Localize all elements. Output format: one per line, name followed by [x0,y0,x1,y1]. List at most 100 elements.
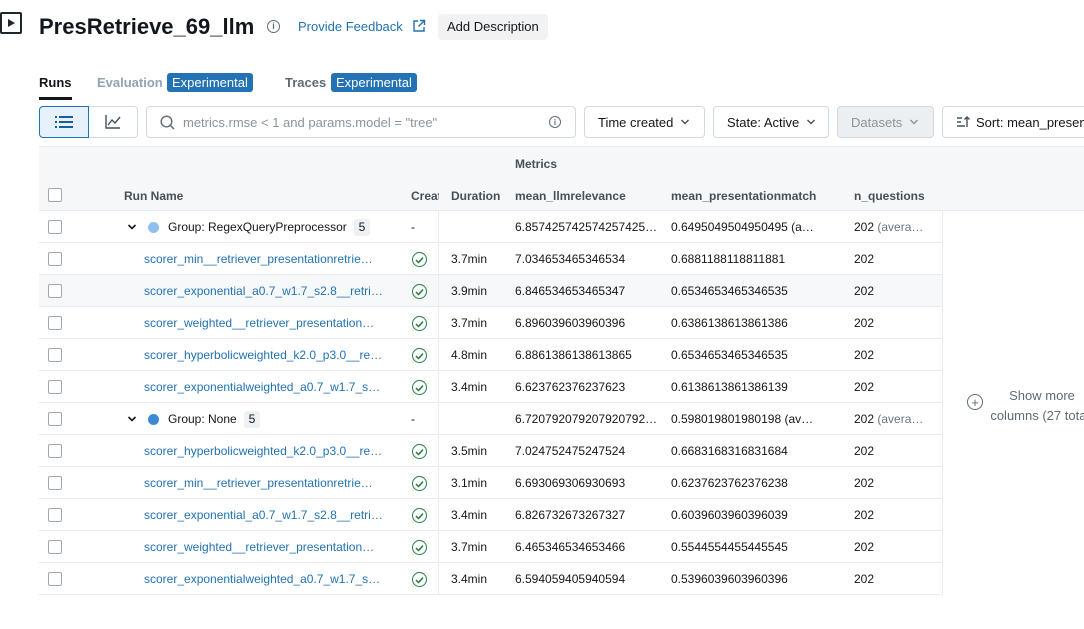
sort-label: Sort: mean_presen [976,114,1084,130]
presentationmatch-cell: 0.6495049504950495 (a… [671,220,814,234]
presentationmatch-cell: 0.6534653465346535 [671,348,788,362]
row-checkbox[interactable] [48,348,62,362]
column-divider [438,243,439,275]
llmrelevance-cell: 6.857425742574257425… [515,220,658,234]
duration-cell: 3.7min [451,316,488,330]
column-divider [438,339,439,371]
row-checkbox[interactable] [48,252,62,266]
table-view-button[interactable] [39,106,89,138]
show-more-columns-label: Show more columns (27 total) [990,388,1084,423]
n-questions-cell: 202 [854,476,875,490]
table-row[interactable]: scorer_exponential_a0.7_w1.7_s2.8__retri… [39,275,942,307]
chart-view-button[interactable] [89,106,138,138]
table-row[interactable]: scorer_exponentialweighted_a0.7_w1.7_s… 3… [39,563,942,595]
row-checkbox[interactable] [48,444,62,458]
n-questions-cell: 202 [854,252,875,266]
table-row[interactable]: scorer_weighted__retriever_presentation…… [39,531,942,563]
column-header-run-name[interactable]: Run Name [124,189,183,203]
run-name-link[interactable]: scorer_exponentialweighted_a0.7_w1.7_s… [144,371,386,403]
status-success-icon [412,252,427,267]
n-questions-cell: 202 [854,540,875,554]
llmrelevance-cell: 6.594059405940594 [515,572,626,586]
search-box[interactable]: i [146,106,576,138]
status-success-icon [412,380,427,395]
runs-table: Metrics Run Name Creat Duration mean_llm… [39,146,1084,596]
datasets-filter-dropdown[interactable]: Datasets [837,106,934,138]
table-row[interactable]: scorer_weighted__retriever_presentation…… [39,307,942,339]
created-cell: - [411,412,415,426]
table-row[interactable]: scorer_min__retriever_presentationretrie… [39,243,942,275]
row-checkbox[interactable] [48,540,62,554]
row-checkbox[interactable] [48,380,62,394]
column-header-duration[interactable]: Duration [451,189,500,203]
table-row[interactable]: scorer_hyperbolicweighted_k2.0_p3.0__re…… [39,339,942,371]
run-name-link[interactable]: scorer_exponential_a0.7_w1.7_s2.8__retri… [144,499,386,531]
column-divider [438,211,439,243]
status-success-icon [412,348,427,363]
duration-cell: 3.4min [451,572,488,586]
group-count-badge: 5 [354,219,370,236]
divider [942,211,943,596]
n-questions-value: 202 [854,412,875,426]
tab-runs[interactable]: Runs [39,75,72,91]
status-success-icon [412,444,427,459]
duration-cell: 3.7min [451,540,488,554]
run-name-link[interactable]: scorer_weighted__retriever_presentation… [144,531,386,563]
run-name-link[interactable]: scorer_exponentialweighted_a0.7_w1.7_s… [144,563,386,595]
add-description-button[interactable]: Add Description [438,14,548,40]
run-name-link[interactable]: scorer_hyperbolicweighted_k2.0_p3.0__re… [144,339,386,371]
column-header-mean-presentationmatch[interactable]: mean_presentationmatch [671,189,816,203]
group-row[interactable]: Group: RegexQueryPreprocessor 5 - 6.8574257… [39,211,942,243]
llmrelevance-cell: 7.024752475247524 [515,444,626,458]
time-created-dropdown[interactable]: Time created [584,106,705,138]
table-row[interactable]: scorer_min__retriever_presentationretrie… [39,467,942,499]
sort-dropdown[interactable]: Sort: mean_presen [942,106,1084,138]
provide-feedback-link[interactable]: Provide Feedback [298,19,403,35]
created-cell: - [411,220,415,234]
presentationmatch-cell: 0.6386138613861386 [671,316,788,330]
show-more-columns-button[interactable]: + Show more columns (27 total) [963,384,1084,434]
sidebar-toggle-button[interactable] [0,12,22,34]
status-success-icon [412,316,427,331]
row-checkbox[interactable] [48,572,62,586]
n-questions-cell: 202 [854,284,875,298]
external-link-icon[interactable] [412,19,426,33]
search-input[interactable] [183,114,543,130]
run-name-link[interactable]: scorer_min__retriever_presentationretrie… [144,467,386,499]
column-divider [438,563,439,595]
status-success-icon [412,508,427,523]
info-icon[interactable]: i [267,20,280,33]
tab-evaluation[interactable]: Evaluation [97,75,163,91]
row-checkbox[interactable] [48,316,62,330]
column-header-created[interactable]: Creat [411,189,439,203]
chevron-down-icon[interactable] [127,222,137,232]
row-checkbox[interactable] [48,284,62,298]
run-name-link[interactable]: scorer_hyperbolicweighted_k2.0_p3.0__re… [144,435,386,467]
run-name-link[interactable]: scorer_weighted__retriever_presentation… [144,307,386,339]
n-questions-cell: 202 [854,572,875,586]
table-row[interactable]: scorer_exponentialweighted_a0.7_w1.7_s… 3… [39,371,942,403]
table-row[interactable]: scorer_hyperbolicweighted_k2.0_p3.0__re…… [39,435,942,467]
run-name-link[interactable]: scorer_exponential_a0.7_w1.7_s2.8__retri… [144,275,386,307]
presentationmatch-cell: 0.6881188118811881 [671,252,786,266]
row-checkbox[interactable] [48,412,62,426]
run-name-link[interactable]: scorer_min__retriever_presentationretrie… [144,243,386,275]
row-checkbox[interactable] [48,476,62,490]
tab-traces[interactable]: Traces [285,75,326,91]
column-header-mean-llmrelevance[interactable]: mean_llmrelevance [515,189,626,203]
presentationmatch-cell: 0.5396039603960396 [671,572,788,586]
group-row[interactable]: Group: None 5 - 6.720792079207920792… 0.5980… [39,403,942,435]
llmrelevance-cell: 6.8861386138613865 [515,348,632,362]
time-created-label: Time created [598,114,674,130]
row-checkbox[interactable] [48,220,62,234]
row-checkbox[interactable] [48,508,62,522]
table-row[interactable]: scorer_exponential_a0.7_w1.7_s2.8__retri… [39,499,942,531]
datasets-filter-label: Datasets [851,114,903,130]
state-filter-dropdown[interactable]: State: Active [713,106,829,138]
select-all-checkbox[interactable] [48,188,62,202]
column-divider [438,531,439,563]
search-icon [160,114,175,130]
chevron-down-icon[interactable] [127,414,137,424]
info-icon[interactable]: i [549,116,561,128]
column-header-n-questions[interactable]: n_questions [854,189,925,203]
